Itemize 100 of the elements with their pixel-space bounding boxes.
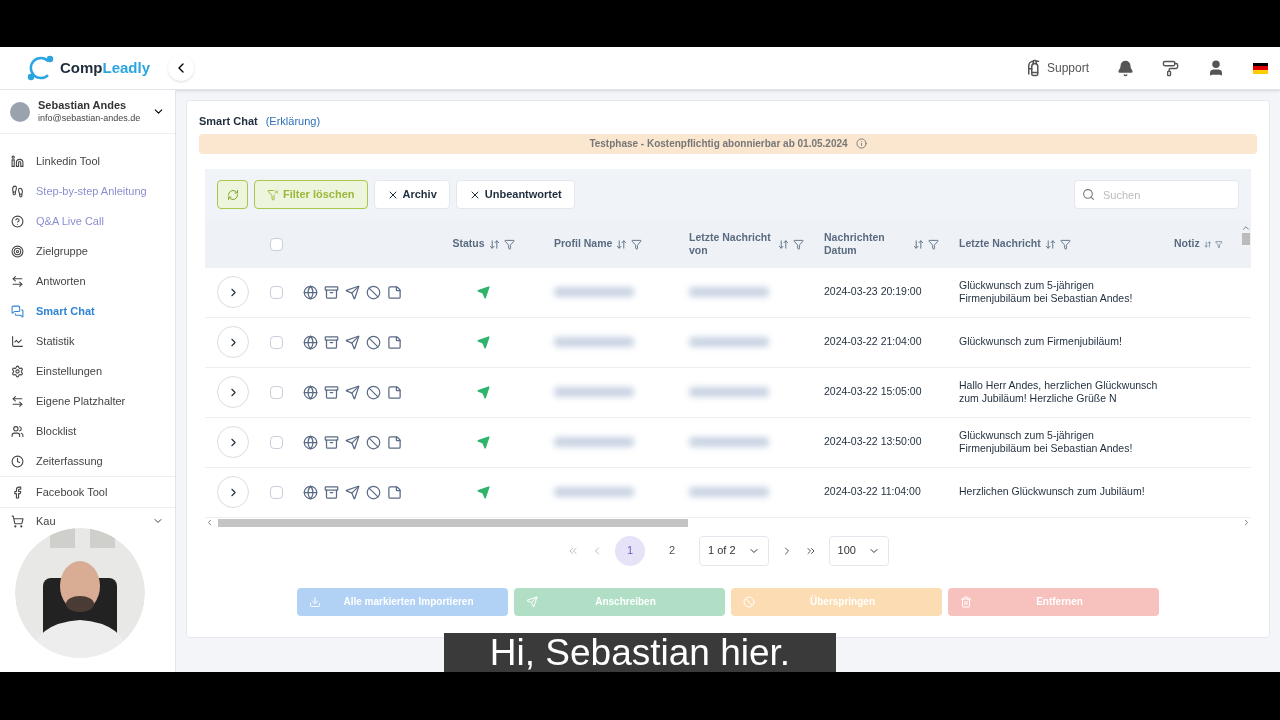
note-icon[interactable]: [387, 334, 402, 350]
user-icon[interactable]: [1207, 59, 1225, 77]
archive-icon[interactable]: [324, 434, 339, 450]
paint-roller-icon[interactable]: [1162, 59, 1179, 77]
note-icon[interactable]: [387, 284, 402, 300]
send-icon[interactable]: [345, 384, 360, 400]
search-field[interactable]: Suchen: [1074, 180, 1239, 209]
collapse-button[interactable]: [168, 55, 194, 81]
video-subtitle: Hi, Sebastian hier.: [444, 633, 836, 672]
column-header[interactable]: Status: [452, 237, 485, 251]
note-icon[interactable]: [387, 434, 402, 450]
message-cell-text: Hallo Herr Andes, herzlichen Glückwunsch zum Jubiläum! Herzliche Grüße N: [958, 378, 1159, 406]
date-cell-text: 2024-03-22 11:04:00: [823, 484, 922, 500]
nav-item[interactable]: Zeiterfassung: [0, 446, 175, 476]
page-size-dropdown[interactable]: 100: [828, 535, 889, 566]
row-checkbox[interactable]: [269, 385, 283, 399]
archive-icon[interactable]: [324, 384, 339, 400]
globe-icon[interactable]: [303, 384, 318, 400]
ban-icon[interactable]: [366, 334, 381, 350]
filter-icon[interactable]: [631, 238, 643, 250]
sort-icon[interactable]: [616, 238, 628, 250]
linkedin-icon: [11, 154, 24, 168]
logo-icon: [26, 55, 56, 81]
download-icon: [309, 595, 321, 608]
filter-icon[interactable]: [793, 238, 804, 250]
scroll-left-icon: [205, 518, 214, 527]
note-icon[interactable]: [387, 484, 402, 500]
note-icon[interactable]: [387, 384, 402, 400]
archive-icon[interactable]: [324, 484, 339, 500]
globe-icon[interactable]: [303, 284, 318, 300]
nav-item[interactable]: Zielgruppe: [0, 236, 175, 266]
target-icon: [11, 244, 24, 258]
filter-chip[interactable]: Archiv: [373, 180, 450, 209]
page-button[interactable]: 1: [615, 535, 646, 566]
ban-icon[interactable]: [366, 384, 381, 400]
facebook-icon: [11, 485, 24, 499]
filter-icon[interactable]: [1059, 238, 1071, 250]
bell-icon[interactable]: [1117, 59, 1134, 77]
nav-item[interactable]: Antworten: [0, 266, 175, 296]
sent-status-icon: [477, 385, 490, 399]
globe-icon[interactable]: [303, 484, 318, 500]
column-header[interactable]: Letzte Nachricht: [959, 237, 1041, 251]
nav-item[interactable]: Statistik: [0, 326, 175, 356]
filter-icon[interactable]: [503, 238, 515, 250]
row-checkbox[interactable]: [269, 435, 283, 449]
send-icon: [526, 595, 538, 608]
ban-icon[interactable]: [366, 434, 381, 450]
brand-name: CompLeadly: [60, 57, 150, 78]
support-button[interactable]: Support: [1024, 59, 1089, 77]
send-icon[interactable]: [345, 484, 360, 500]
settings-icon: [11, 364, 24, 378]
column-header[interactable]: Profil Name: [554, 237, 613, 251]
nav-item[interactable]: Blocklist: [0, 416, 175, 446]
column-header[interactable]: Notiz: [1174, 237, 1200, 251]
row-checkbox[interactable]: [269, 485, 283, 499]
date-cell-text: 2024-03-22 13:50:00: [823, 434, 923, 450]
chat-icon: [11, 304, 24, 318]
row-checkbox[interactable]: [269, 335, 283, 349]
nav-item[interactable]: Facebook Tool: [0, 477, 175, 507]
sent-status-icon: [477, 285, 490, 299]
nav-item[interactable]: Kau: [0, 510, 175, 532]
filter-icon[interactable]: [928, 238, 939, 250]
column-header[interactable]: Nachrichten Datum: [824, 230, 909, 258]
send-icon[interactable]: [345, 284, 360, 300]
date-cell-text: 2024-03-22 15:05:00: [823, 384, 923, 400]
date-cell-text: 2024-03-23 20:19:00: [823, 284, 923, 300]
nav-item[interactable]: Smart Chat: [0, 296, 175, 326]
ban-icon[interactable]: [366, 284, 381, 300]
scrollbar-thumb: [1242, 232, 1250, 245]
message-cell-text: Glückwunsch zum 5-jährigen Firmenjubiläum bei Sebastian Andes!: [958, 278, 1134, 306]
archive-icon[interactable]: [324, 334, 339, 350]
avatar: [10, 101, 30, 122]
scroll-right-icon: [1242, 518, 1251, 527]
help-icon: [11, 214, 24, 228]
sort-icon[interactable]: [488, 238, 500, 250]
archive-icon[interactable]: [324, 284, 339, 300]
nav-item[interactable]: Eigene Platzhalter: [0, 386, 175, 416]
flag-icon[interactable]: [1253, 62, 1268, 74]
select-all-checkbox[interactable]: [269, 237, 283, 251]
column-header[interactable]: Letzte Nachricht von: [689, 230, 774, 258]
globe-icon[interactable]: [303, 434, 318, 450]
filter-chip[interactable]: Unbeantwortet: [455, 180, 575, 209]
sort-icon[interactable]: [913, 238, 924, 250]
sent-status-icon: [477, 335, 490, 349]
page-button[interactable]: 2: [657, 535, 688, 566]
people-icon: [11, 424, 24, 438]
sort-icon[interactable]: [1044, 238, 1056, 250]
explanation-link[interactable]: (Erklärung): [265, 113, 321, 130]
sort-icon[interactable]: [778, 238, 789, 250]
row-checkbox[interactable]: [269, 285, 283, 299]
ban-icon[interactable]: [366, 484, 381, 500]
date-cell-text: 2024-03-22 21:04:00: [823, 334, 923, 350]
message-cell-text: Glückwunsch zum Firmenjubiläum!: [958, 335, 1123, 349]
send-icon[interactable]: [345, 434, 360, 450]
globe-icon[interactable]: [303, 334, 318, 350]
nav-item[interactable]: Einstellungen: [0, 356, 175, 386]
send-icon[interactable]: [345, 334, 360, 350]
nav-item[interactable]: Linkedin Tool: [0, 146, 175, 176]
user-name: Sebastian Andes: [38, 99, 128, 113]
page-dropdown[interactable]: 1 of 2: [699, 535, 769, 566]
